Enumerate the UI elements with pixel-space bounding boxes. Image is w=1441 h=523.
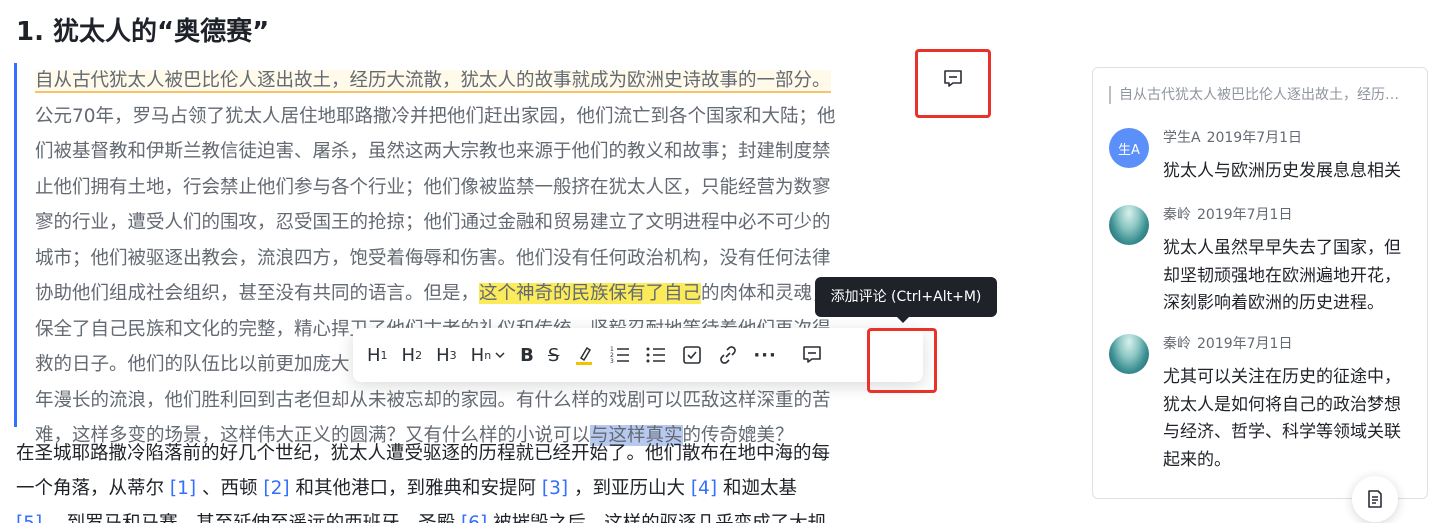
body-line: 在圣城耶路撒冷陷落前的好几个世纪，犹太人遭受驱逐的历程就已经开始了。他们散布在地… <box>16 443 831 464</box>
outline-icon <box>1368 490 1382 508</box>
heading3-button[interactable]: H3 <box>436 335 457 375</box>
outline-button[interactable] <box>1352 476 1398 522</box>
comment-text: 尤其可以关注在历史的征途中， 犹太人是如何将自己的政治梦想 与经济、哲学、科学等… <box>1163 367 1401 470</box>
footnote-link[interactable]: [2] <box>263 478 289 499</box>
add-comment-tooltip: 添加评论 (Ctrl+Alt+M) <box>815 277 997 323</box>
comment-author: 秦岭 <box>1163 336 1191 352</box>
heading2-button[interactable]: H2 <box>402 335 423 375</box>
footnote-link[interactable]: [5] <box>16 513 42 523</box>
comment-item[interactable]: 秦岭 2019年7月1日 犹太人虽然早早失去了国家，但 却坚韧顽强地在欧洲遍地开花… <box>1109 205 1419 320</box>
heading-more-button[interactable]: Hn <box>471 335 507 375</box>
section-heading: 1. 犹太人的“奥德赛” <box>16 17 270 47</box>
task-list-button[interactable] <box>681 335 703 375</box>
footnote-link[interactable]: [4] <box>691 478 717 499</box>
comment-panel: 自从古代犹太人被巴比伦人逐出故土，经历大流散，犹太人的故事就成为欧洲史诗故事的一… <box>1092 67 1428 499</box>
body-paragraph[interactable]: 在圣城耶路撒冷陷落前的好几个世纪，犹太人遭受驱逐的历程就已经开始了。他们散布在地… <box>16 436 926 523</box>
heading1-button[interactable]: H1 <box>367 335 388 375</box>
comment-meta: 秦岭 2019年7月1日 <box>1163 205 1292 225</box>
strikethrough-button[interactable]: S <box>548 335 559 375</box>
highlighted-text[interactable]: 这个神奇的民族保有了自己 <box>479 283 702 304</box>
comment-icon <box>803 346 821 363</box>
comment-text: 犹太人虽然早早失去了国家，但 却坚韧顽强地在欧洲遍地开花， 深刻影响着欧洲的历史… <box>1163 238 1401 313</box>
footnote-link[interactable]: [1] <box>170 478 196 499</box>
comment-item[interactable]: 生A 学生A 2019年7月1日 犹太人与欧洲历史发展息息相关 <box>1109 128 1419 188</box>
body-line: 一个角落，从蒂尔 [1] 、西顿 [2] 和其他港口，到雅典和安提阿 [3] ，… <box>16 478 797 499</box>
avatar <box>1109 205 1149 245</box>
comment-date: 2019年7月1日 <box>1197 207 1293 223</box>
bullet-list-icon <box>646 347 666 363</box>
comment-quote-reference[interactable]: 自从古代犹太人被巴比伦人逐出故土，经历大流散，犹太人的故事就成为欧洲史诗故事的一… <box>1109 86 1409 104</box>
ordered-list-icon: 123 <box>610 346 630 365</box>
quote-line: 年漫长的流浪，他们胜利回到古老但却从未被忘却的家园。有什么样的戏剧可以匹敌这样深… <box>35 389 831 411</box>
footnote-link[interactable]: [6] <box>461 513 487 523</box>
quote-line: 协助他们组成社会组织，甚至没有共同的语言。但是，这个神奇的民族保有了自己的肉体和… <box>35 283 831 304</box>
add-comment-button[interactable] <box>801 335 823 375</box>
comment-date: 2019年7月1日 <box>1206 130 1303 146</box>
marker-icon <box>576 346 593 365</box>
annotation-box <box>915 49 991 118</box>
comment-date: 2019年7月1日 <box>1197 336 1293 352</box>
quote-text[interactable]: 自从古代犹太人被巴比伦人逐出故土，经历大流散，犹太人的故事就成为欧洲史诗故事的一… <box>35 63 925 454</box>
quote-line: 寥的行业，遭受人们的围攻，忍受国王的抢掠；他们通过金融和贸易建立了文明进程中必不… <box>35 212 831 233</box>
quote-line: 们被基督教和伊斯兰教信徒迫害、屠杀，虽然这两大宗教也来源于他们的教义和故事；封建… <box>35 141 831 162</box>
bold-button[interactable]: B <box>520 335 534 375</box>
footnote-link[interactable]: [3] <box>542 478 568 499</box>
annotation-box <box>867 328 937 393</box>
body-line: [5] ，到罗马和马赛，甚至延伸至遥远的西班牙。圣殿 [6] 被摧毁之后，这样的… <box>16 506 926 523</box>
comment-item[interactable]: 秦岭 2019年7月1日 尤其可以关注在历史的征途中， 犹太人是如何将自己的政治梦… <box>1109 334 1419 484</box>
quote-line: 止他们拥有土地，行会禁止他们参与各个行业；他们像被监禁一般挤在犹太人区，只能经营… <box>35 176 831 198</box>
link-icon <box>720 346 737 364</box>
avatar <box>1109 334 1149 374</box>
comment-author: 学生A <box>1163 130 1201 146</box>
comment-author: 秦岭 <box>1163 207 1191 223</box>
comment-meta: 秦岭 2019年7月1日 <box>1163 334 1292 354</box>
avatar: 生A <box>1109 128 1149 168</box>
comment-meta: 学生A 2019年7月1日 <box>1163 128 1302 148</box>
link-button[interactable] <box>717 335 739 375</box>
commented-sentence[interactable]: 自从古代犹太人被巴比伦人逐出故土，经历大流散，犹太人的故事就成为欧洲史诗故事的一… <box>35 70 831 93</box>
comment-text: 犹太人与欧洲历史发展息息相关 <box>1163 161 1401 181</box>
svg-text:3: 3 <box>610 358 614 365</box>
bullet-list-button[interactable] <box>645 335 667 375</box>
ordered-list-button[interactable]: 123 <box>609 335 631 375</box>
floating-format-toolbar: H1 H2 H3 Hn B S 123 ··· <box>353 328 923 382</box>
quote-line: 公元70年，罗马占领了犹太人居住地耶路撒冷并把他们赶出家园，他们流亡到各个国家和… <box>35 105 836 127</box>
more-button[interactable]: ··· <box>753 335 777 375</box>
quote-line: 城市；他们被驱逐出教会，流浪四方，饱受着侮辱和伤害。他们没有任何政治机构，没有任… <box>35 247 831 269</box>
checkbox-icon <box>683 346 702 364</box>
highlight-color-button[interactable] <box>573 335 595 375</box>
chevron-down-icon <box>495 352 505 359</box>
